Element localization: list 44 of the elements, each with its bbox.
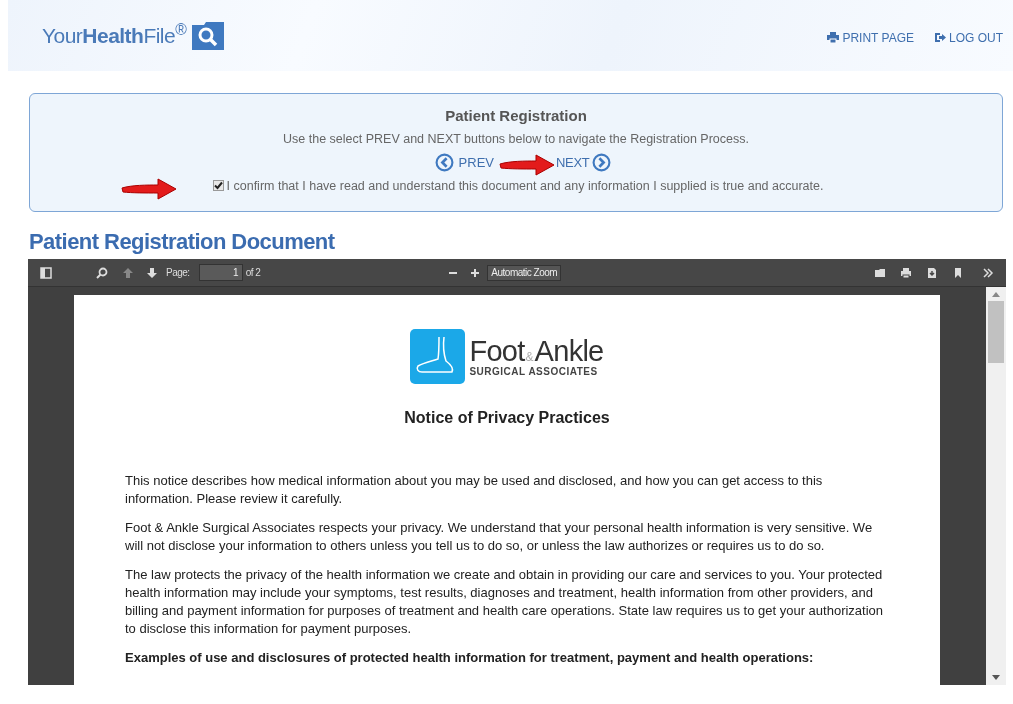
log-out-link[interactable]: LOG OUT — [934, 28, 1003, 47]
section-heading: Examples of use and disclosures of protected health information for treatment, payment and health operations: — [125, 649, 815, 667]
chevron-left-icon — [434, 153, 454, 173]
scroll-up-icon[interactable] — [992, 291, 1000, 297]
magnifier-logo-icon — [192, 21, 225, 50]
site-logo-text[interactable]: YourHealthFile$^{®}$ — [42, 19, 187, 52]
print-icon[interactable] — [900, 266, 912, 279]
pointer-arrow-icon — [498, 153, 556, 177]
confirm-label: I confirm that I have read and understand this document and any information I supplied is true and accurate. — [226, 177, 824, 195]
chevron-right-icon — [592, 153, 612, 173]
bookmark-icon[interactable] — [952, 266, 964, 279]
prev-button[interactable]: PREV — [434, 153, 494, 173]
page-label: Page: — [166, 266, 190, 280]
search-icon[interactable] — [96, 266, 108, 279]
logo-ampersand: & — [525, 350, 534, 363]
confirm-checkbox[interactable] — [212, 180, 224, 192]
foot-logo-icon — [410, 329, 466, 384]
page-number-field[interactable]: 1 — [198, 264, 243, 281]
instructions-text: Use the select PREV and NEXT buttons below to navigate the Registration Process. — [283, 131, 749, 147]
scroll-thumb[interactable] — [988, 301, 1004, 363]
sidebar-toggle-icon[interactable] — [40, 266, 52, 279]
paragraph: This notice describes how medical information about you may be used and disclosed, and how you can get access to this information. Please review it carefully. — [125, 472, 824, 508]
up-arrow-icon[interactable] — [122, 266, 134, 279]
panel-title: Patient Registration — [445, 106, 587, 126]
print-page-link[interactable]: PRINT PAGE — [827, 28, 914, 47]
scroll-down-icon[interactable] — [992, 675, 1000, 681]
logo-word: Ankle — [534, 336, 604, 366]
scrollbar[interactable] — [986, 287, 1006, 685]
pointer-arrow-icon — [120, 177, 178, 201]
document-title: Notice of Privacy Practices — [404, 408, 610, 428]
document-heading: Patient Registration Document — [29, 228, 336, 256]
double-chevron-icon[interactable] — [982, 266, 994, 279]
download-icon[interactable] — [926, 266, 938, 279]
next-button[interactable]: NEXT — [556, 153, 612, 173]
logo-word: Foot — [469, 336, 525, 366]
down-arrow-icon[interactable] — [146, 266, 158, 279]
paragraph: The law protects the privacy of the health information we create and obtain in providing our care and services to you. Your protected health information may include your symptoms, test results, diagnoses and treatment, health information from other providers, and billing and payment information for purposes of treatment and health care operations. State law requires us to get your authorization to disclose this information for payment purposes. — [125, 566, 885, 638]
printer-icon — [827, 32, 840, 43]
logo-subtitle: SURGICAL ASSOCIATES — [469, 366, 599, 377]
zoom-in-icon[interactable] — [469, 266, 482, 279]
exit-icon — [934, 32, 946, 43]
zoom-select[interactable]: Automatic Zoom — [487, 264, 562, 281]
paragraph: Foot & Ankle Surgical Associates respects your privacy. We understand that your personal health information is very sensitive. We will not disclose your information to others unless you tell us to do so, or unless the law authorizes or requires us to do so. — [125, 519, 874, 555]
page-count: of 2 — [245, 266, 261, 280]
